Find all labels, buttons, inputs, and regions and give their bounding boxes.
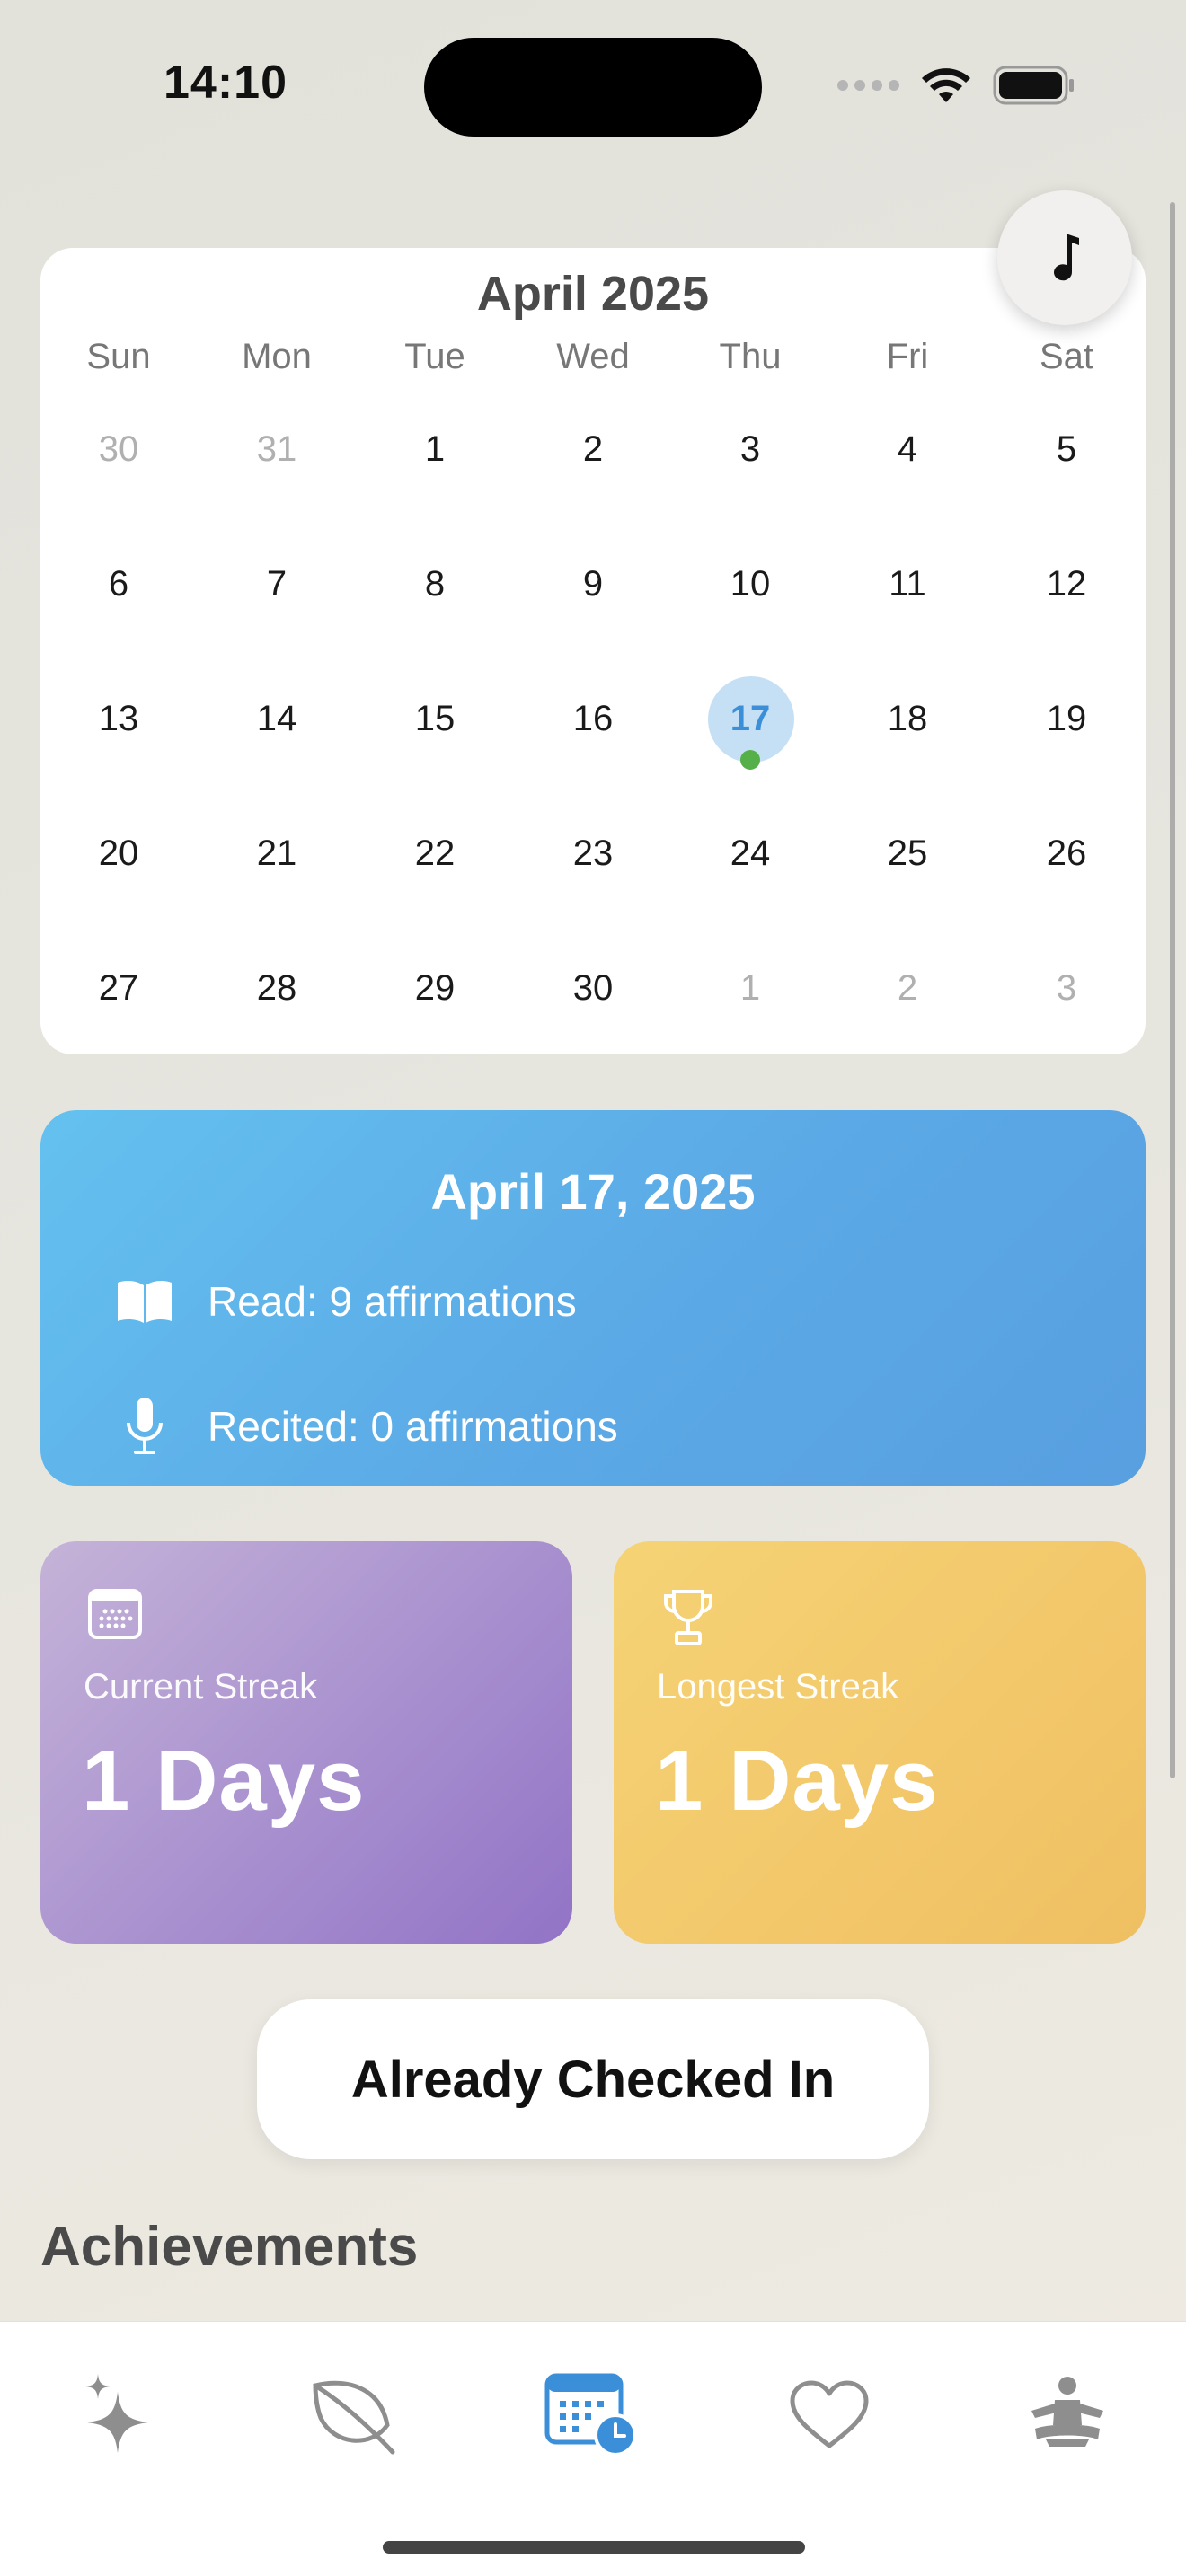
- longest-streak-label: Longest Streak: [657, 1667, 899, 1707]
- weekday-label: Sat: [1039, 337, 1094, 376]
- calendar-day[interactable]: 13: [40, 701, 198, 737]
- calendar-day[interactable]: 4: [828, 431, 987, 467]
- calendar-day[interactable]: 8: [356, 566, 514, 602]
- calendar-day-outside-month[interactable]: 3: [987, 970, 1146, 1006]
- weekday-label: Fri: [886, 337, 929, 376]
- calendar-day[interactable]: 6: [40, 566, 198, 602]
- daily-summary-card: April 17, 2025 Read: 9 affirmations Reci…: [40, 1110, 1146, 1486]
- tab-bar: [0, 2321, 1186, 2576]
- calendar-day[interactable]: 27: [40, 970, 198, 1006]
- trophy-icon: [664, 1590, 712, 1645]
- achievements-heading: Achievements: [40, 2216, 419, 2278]
- leaf-icon: [313, 2380, 395, 2455]
- music-note-icon: [1054, 234, 1079, 281]
- tab-meditation[interactable]: [1005, 2361, 1130, 2469]
- calendar-day[interactable]: 21: [198, 835, 356, 871]
- cellular-signal-icon: [837, 80, 899, 91]
- calendar-day[interactable]: 10: [671, 566, 829, 602]
- calendar-day[interactable]: 5: [987, 431, 1146, 467]
- calendar-day[interactable]: 28: [198, 970, 356, 1006]
- calendar-day[interactable]: 11: [828, 566, 987, 602]
- weekday-label: Sun: [86, 337, 151, 376]
- calendar-day[interactable]: 19: [987, 701, 1146, 737]
- meditation-icon: [1031, 2377, 1103, 2447]
- tab-calendar[interactable]: [530, 2361, 656, 2469]
- calendar-day-outside-month[interactable]: 1: [671, 970, 829, 1006]
- calendar-day[interactable]: 23: [514, 835, 672, 871]
- calendar-day-outside-month[interactable]: 30: [40, 431, 198, 467]
- read-count-text: Read: 9 affirmations: [208, 1278, 577, 1325]
- microphone-icon: [127, 1398, 163, 1454]
- recited-count-row: Recited: 0 affirmations: [109, 1396, 618, 1457]
- calendar-day-outside-month[interactable]: 2: [828, 970, 987, 1006]
- book-icon: [118, 1281, 172, 1323]
- check-in-button[interactable]: Already Checked In: [257, 1999, 929, 2159]
- calendar-day[interactable]: 30: [514, 970, 672, 1006]
- sparkles-icon: [85, 2374, 148, 2453]
- read-count-row: Read: 9 affirmations: [109, 1277, 577, 1326]
- music-button[interactable]: [997, 190, 1132, 325]
- summary-date: April 17, 2025: [430, 1163, 756, 1220]
- weekday-label: Tue: [404, 337, 465, 376]
- calendar-day[interactable]: 22: [356, 835, 514, 871]
- weekday-label: Mon: [242, 337, 312, 376]
- calendar-day[interactable]: 24: [671, 835, 829, 871]
- weekday-label: Wed: [556, 337, 630, 376]
- longest-streak-value: 1 Days: [655, 1733, 939, 1829]
- calendar-day-selected[interactable]: 17: [671, 701, 829, 737]
- battery-icon: [993, 66, 1074, 105]
- tab-nature[interactable]: [290, 2361, 416, 2469]
- calendar-clock-icon: [544, 2373, 637, 2457]
- activity-dot: [740, 750, 760, 770]
- current-streak-label: Current Streak: [84, 1667, 318, 1707]
- calendar-day[interactable]: 9: [514, 566, 672, 602]
- calendar-day[interactable]: 18: [828, 701, 987, 737]
- calendar-icon: [88, 1589, 142, 1639]
- calendar-day[interactable]: 12: [987, 566, 1146, 602]
- tab-affirmations[interactable]: [56, 2361, 181, 2469]
- heart-icon: [790, 2380, 869, 2448]
- calendar-day[interactable]: 2: [514, 431, 672, 467]
- longest-streak-card: Longest Streak 1 Days: [614, 1541, 1146, 1944]
- calendar-day[interactable]: 15: [356, 701, 514, 737]
- calendar-day[interactable]: 16: [514, 701, 672, 737]
- current-streak-value: 1 Days: [82, 1733, 366, 1829]
- calendar-day[interactable]: 14: [198, 701, 356, 737]
- recited-count-text: Recited: 0 affirmations: [208, 1403, 618, 1450]
- calendar-day[interactable]: 26: [987, 835, 1146, 871]
- calendar-day[interactable]: 3: [671, 431, 829, 467]
- calendar-day[interactable]: 29: [356, 970, 514, 1006]
- scroll-indicator[interactable]: [1170, 202, 1175, 1778]
- current-streak-card: Current Streak 1 Days: [40, 1541, 572, 1944]
- calendar-day[interactable]: 1: [356, 431, 514, 467]
- dynamic-island: [424, 38, 762, 137]
- home-indicator[interactable]: [383, 2541, 805, 2554]
- status-icons: [837, 63, 1075, 108]
- status-time: 14:10: [164, 57, 288, 109]
- weekday-label: Thu: [719, 337, 782, 376]
- wifi-icon: [922, 68, 970, 102]
- calendar-day[interactable]: 7: [198, 566, 356, 602]
- calendar-day[interactable]: 25: [828, 835, 987, 871]
- calendar-day[interactable]: 20: [40, 835, 198, 871]
- tab-favorites[interactable]: [766, 2361, 892, 2469]
- calendar-day-outside-month[interactable]: 31: [198, 431, 356, 467]
